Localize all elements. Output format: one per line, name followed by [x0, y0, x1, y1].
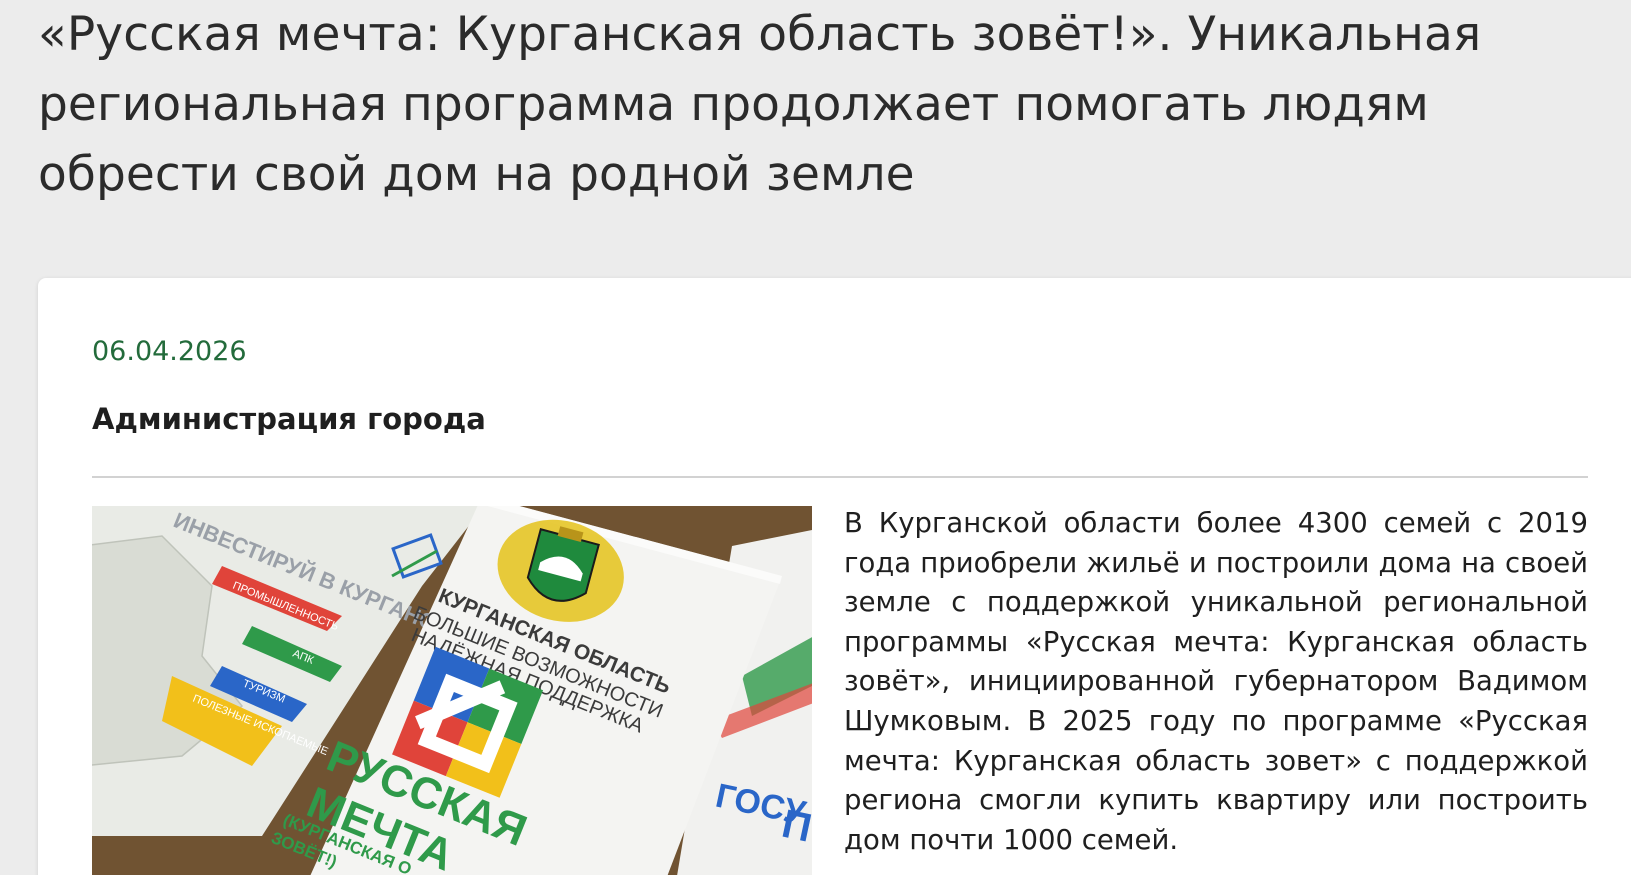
article-card: 06.04.2026 Администрация города ГОСУ П И…	[38, 278, 1631, 875]
photo-illustration: ГОСУ П ИНВЕСТИРУЙ В КУРГАНСКУЮ ОБЛАСТЬ П…	[92, 506, 812, 875]
page-title: «Русская мечта: Курганская область зовёт…	[38, 7, 1482, 202]
divider	[92, 476, 1588, 478]
article-author: Администрация города	[92, 402, 486, 436]
article-date: 06.04.2026	[92, 336, 247, 367]
article-photo[interactable]: ГОСУ П ИНВЕСТИРУЙ В КУРГАНСКУЮ ОБЛАСТЬ П…	[92, 506, 812, 875]
article-body: В Курганской области более 4300 семей с …	[844, 507, 1588, 856]
news-page: «Русская мечта: Курганская область зовёт…	[0, 0, 1631, 875]
